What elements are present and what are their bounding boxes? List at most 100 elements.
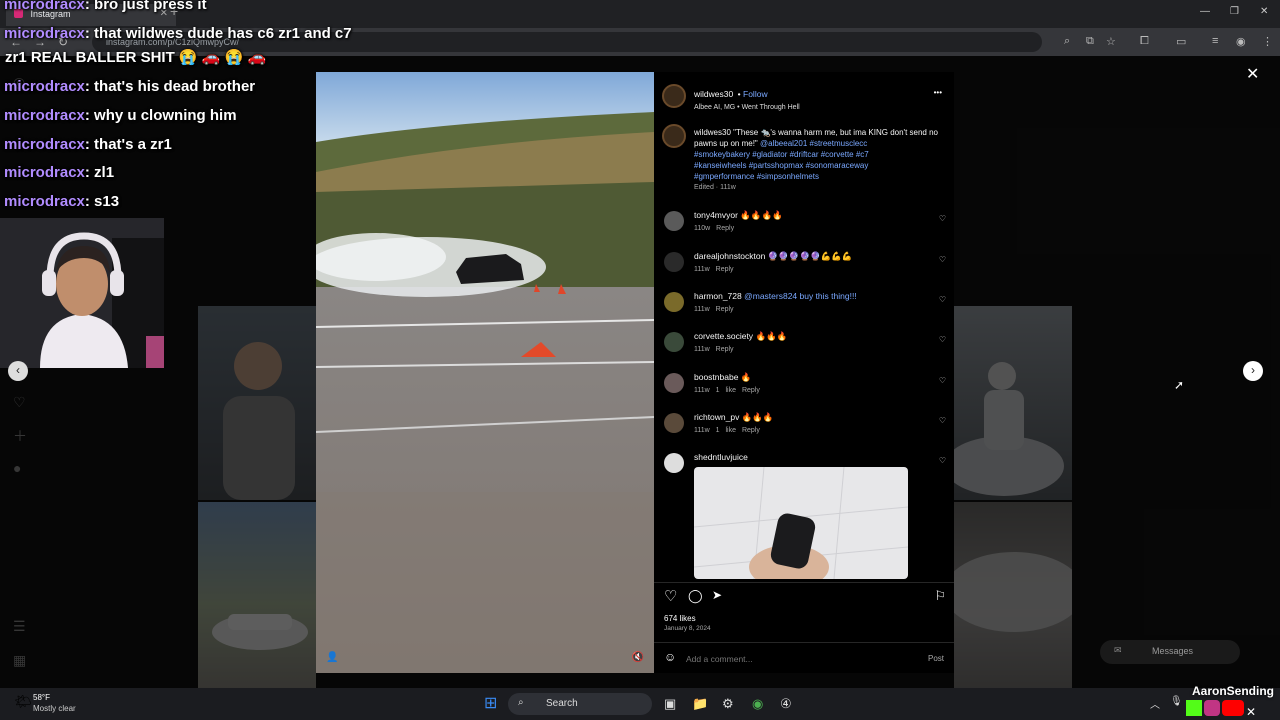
close-modal-icon[interactable]: ✕ [1246, 64, 1259, 84]
like-comment-icon[interactable]: ♡ [939, 376, 946, 385]
caption-tags[interactable]: #smokeybakery #gladiator #driftcar #corv… [694, 150, 869, 159]
reply-button[interactable]: Reply [716, 346, 734, 353]
zoom-icon[interactable]: ⌕ [1064, 35, 1070, 48]
search-icon: ⌕ [518, 697, 524, 708]
post-location[interactable]: Albee AI, MG • Went Through Hell [694, 104, 800, 111]
emoji-icon[interactable]: ☺ [664, 650, 676, 664]
start-icon[interactable]: ⊞ [484, 693, 497, 713]
likes-count[interactable]: 674 likes [664, 614, 696, 623]
comment-text: 🔥🔥🔥 [755, 331, 788, 341]
maximize-button[interactable]: ❐ [1230, 6, 1239, 17]
comment-text: @masters824 buy this thing!!! [744, 291, 857, 301]
comment-username[interactable]: tony4mvyor [694, 210, 738, 220]
comment-item: corvette.society 🔥🔥🔥 111w Reply ♡ [654, 329, 954, 369]
caption-tags[interactable]: #kanseiwheels #partsshopmax #sonomaracew… [694, 161, 868, 170]
like-comment-icon[interactable]: ♡ [939, 416, 946, 425]
profile-icon[interactable]: ◉ [1236, 35, 1246, 48]
install-app-icon[interactable]: ⧉ [1086, 35, 1094, 48]
commenter-avatar[interactable] [664, 252, 684, 272]
app-icon[interactable]: ⚙ [722, 696, 734, 712]
tag-person-icon[interactable]: 👤 [326, 652, 338, 663]
post-header: wildwes30 • Follow Albee AI, MG • Went T… [694, 89, 800, 111]
comment-username[interactable]: shedntluvjuice [694, 452, 748, 462]
author-username[interactable]: wildwes30 [694, 89, 733, 99]
post-panel: wildwes30 • Follow Albee AI, MG • Went T… [654, 72, 954, 673]
like-comment-icon[interactable]: ♡ [939, 456, 946, 465]
mouse-cursor-icon: ➚ [1174, 378, 1185, 392]
kick-icon [1186, 700, 1202, 716]
youtube-icon [1222, 700, 1244, 716]
comment-username[interactable]: richtown_pv [694, 412, 739, 422]
comment-item: boostnbabe 🔥 111w 1 like Reply ♡ [654, 370, 954, 410]
comment-icon[interactable]: ◯ [688, 588, 703, 604]
more-options-icon[interactable]: ••• [934, 88, 942, 97]
caption-tags[interactable]: #gmperformance #simpsonhelmets [694, 172, 819, 181]
bookmark-star-icon[interactable]: ☆ [1106, 35, 1116, 48]
close-window-button[interactable]: ✕ [1260, 6, 1268, 17]
next-post-button[interactable]: › [1243, 361, 1263, 381]
extensions-icon[interactable]: ⧠ [1140, 35, 1149, 48]
caption-avatar[interactable] [662, 124, 686, 148]
commenter-avatar[interactable] [664, 292, 684, 312]
reply-button[interactable]: Reply [716, 225, 734, 232]
caption-tags[interactable]: @albeeal201 #streetmusclecc [760, 139, 867, 148]
weather-temp[interactable]: 58°F [33, 693, 50, 702]
chat-message: zr1 REAL BALLER SHIT 😭 🚗 😭 🚗 [5, 49, 267, 66]
media-icon[interactable]: ≡ [1212, 35, 1218, 47]
commenter-avatar[interactable] [664, 373, 684, 393]
chat-message: microdracx: that wildwes dude has c6 zr1… [4, 25, 352, 42]
comment-item: richtown_pv 🔥🔥🔥 111w 1 like Reply ♡ [654, 410, 954, 450]
weather-desc[interactable]: Mostly clear [33, 704, 76, 713]
messages-icon: ✉ [1114, 645, 1122, 655]
sidepanel-icon[interactable]: ▭ [1176, 35, 1186, 48]
app-4k-icon[interactable]: ④ [780, 696, 792, 712]
commenter-avatar[interactable] [664, 332, 684, 352]
mic-icon[interactable]: 🎙 [1170, 696, 1183, 707]
mute-icon[interactable]: 🔇 [632, 652, 644, 663]
comment-username[interactable]: corvette.society [694, 331, 753, 341]
commenter-avatar[interactable] [664, 413, 684, 433]
tray-arrow-icon[interactable]: ︿ [1150, 696, 1160, 711]
share-icon[interactable]: ➤ [712, 588, 722, 602]
author-avatar[interactable] [662, 84, 686, 108]
like-comment-icon[interactable]: ♡ [939, 335, 946, 344]
comment-likes[interactable]: 1 like [716, 387, 736, 394]
search-label: Search [546, 698, 578, 709]
comment-username[interactable]: boostnbabe [694, 372, 738, 382]
reply-button[interactable]: Reply [716, 306, 734, 313]
commenter-avatar[interactable] [664, 453, 684, 473]
comment-item: darealjohnstockton 🔮🔮🔮🔮🔮💪💪💪 111w Reply ♡ [654, 249, 954, 289]
like-comment-icon[interactable]: ♡ [939, 295, 946, 304]
task-view-icon[interactable]: ▣ [664, 696, 676, 712]
messages-button[interactable]: ✉ Messages [1100, 640, 1240, 664]
chrome-icon[interactable]: ◉ [752, 696, 763, 712]
post-date: January 8, 2024 [664, 625, 711, 632]
taskbar-search[interactable]: ⌕ Search [508, 693, 652, 715]
drift-video-frame [316, 72, 654, 673]
browser-menu-icon[interactable]: ⋮ [1262, 35, 1273, 48]
comment-username[interactable]: harmon_728 [694, 291, 742, 301]
weather-icon[interactable]: 🌤 [14, 693, 32, 710]
commenter-avatar[interactable] [664, 211, 684, 231]
caption: wildwes30 "These 🐀's wanna harm me, but … [694, 127, 944, 193]
like-comment-icon[interactable]: ♡ [939, 255, 946, 264]
follow-button[interactable]: Follow [743, 89, 768, 99]
post-comment-button[interactable]: Post [928, 654, 944, 663]
file-explorer-icon[interactable]: 📁 [692, 696, 708, 712]
reply-button[interactable]: Reply [716, 266, 734, 273]
like-comment-icon[interactable]: ♡ [939, 214, 946, 223]
comment-item: harmon_728 @masters824 buy this thing!!!… [654, 289, 954, 329]
post-video[interactable]: 👤 🔇 [316, 72, 654, 673]
minimize-button[interactable]: — [1200, 6, 1210, 17]
comment-username[interactable]: darealjohnstockton [694, 251, 765, 261]
comment-likes[interactable]: 1 like [716, 427, 736, 434]
save-icon[interactable]: ⚐ [934, 588, 946, 604]
reply-button[interactable]: Reply [742, 427, 760, 434]
caption-username[interactable]: wildwes30 [694, 128, 731, 137]
comment-image[interactable] [694, 467, 908, 579]
like-icon[interactable]: ♡ [664, 587, 677, 605]
reply-button[interactable]: Reply [742, 387, 760, 394]
add-comment-input[interactable] [686, 652, 906, 666]
prev-post-button[interactable]: ‹ [8, 361, 28, 381]
comment-age: 111w [694, 387, 710, 394]
